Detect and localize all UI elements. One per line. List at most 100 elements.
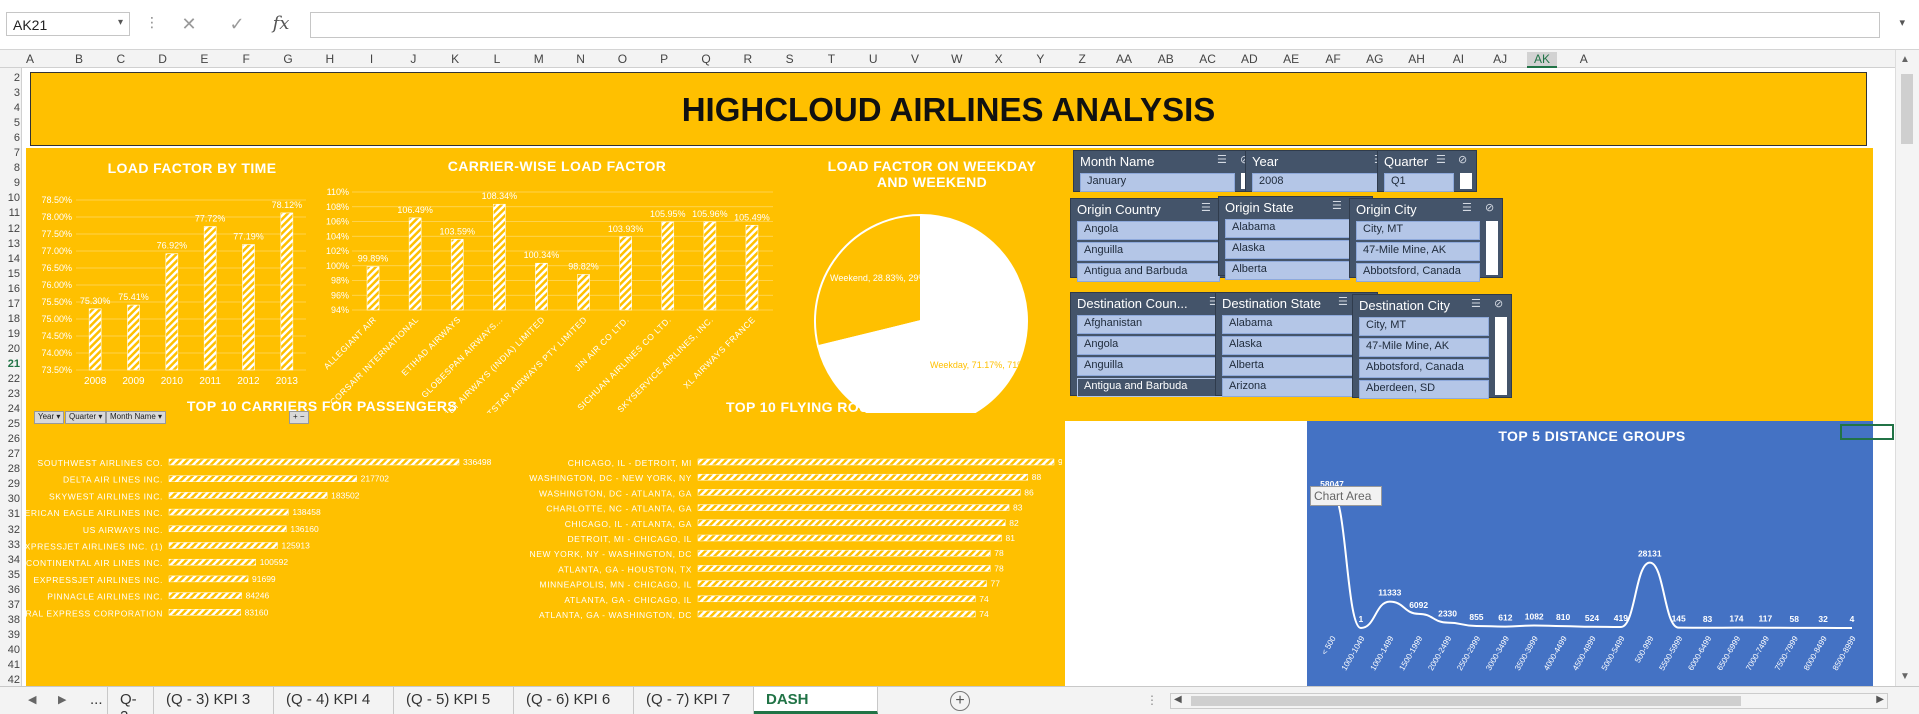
scroll-left-icon[interactable]: ◀ [1174, 694, 1182, 705]
column-header[interactable]: Q [691, 52, 721, 66]
row-header[interactable]: 11 [0, 207, 20, 219]
row-header[interactable]: 34 [0, 554, 20, 566]
column-header[interactable]: M [524, 52, 554, 66]
slicer-item[interactable]: Alabama [1225, 219, 1350, 238]
multi-select-icon[interactable]: ☰ [1462, 201, 1472, 214]
weekday-weekend-pie-chart[interactable]: Weekend, 28.83%, 29% Weekday, 71.17%, 71% [812, 213, 1052, 413]
name-box[interactable]: AK21 ▾ [6, 12, 130, 36]
column-header[interactable]: AH [1402, 52, 1432, 66]
top-carriers-chart[interactable]: SOUTHWEST AIRLINES CO. 336498 DELTA AIR LI… [26, 418, 526, 686]
sheet-tab[interactable]: (Q - 5) KPI 5 [394, 687, 514, 714]
next-sheet-icon[interactable]: ▶ [58, 693, 66, 706]
multi-select-icon[interactable]: ☰ [1338, 295, 1348, 308]
row-header[interactable]: 9 [0, 177, 20, 189]
multi-select-icon[interactable]: ☰ [1332, 199, 1342, 212]
slicer-item[interactable]: City, MT [1359, 317, 1489, 336]
row-header[interactable]: 36 [0, 584, 20, 596]
column-header[interactable]: Y [1025, 52, 1055, 66]
column-header[interactable]: AF [1318, 52, 1348, 66]
row-header[interactable]: 33 [0, 539, 20, 551]
expand-formula-icon[interactable]: ▾ [1899, 16, 1905, 29]
scroll-right-icon[interactable]: ▶ [1876, 694, 1884, 705]
slicer-item[interactable]: City, MT [1356, 221, 1480, 240]
slicer-item[interactable]: Arizona [1222, 378, 1355, 397]
column-header[interactable]: N [566, 52, 596, 66]
row-header[interactable]: 5 [0, 117, 20, 129]
column-header[interactable]: T [816, 52, 846, 66]
column-header[interactable]: AE [1276, 52, 1306, 66]
column-header[interactable]: X [984, 52, 1014, 66]
row-header[interactable]: 37 [0, 599, 20, 611]
clear-filter-icon[interactable]: ⊘ [1494, 297, 1503, 310]
row-header[interactable]: 10 [0, 192, 20, 204]
slicer-scrollbar[interactable] [1486, 221, 1498, 275]
column-header[interactable]: AA [1109, 52, 1139, 66]
sheet-tab[interactable]: DASH BOARD [754, 687, 878, 714]
row-header[interactable]: 25 [0, 418, 20, 430]
row-header[interactable]: 30 [0, 493, 20, 505]
column-header[interactable]: D [148, 52, 178, 66]
chevron-down-icon[interactable]: ▾ [118, 17, 123, 28]
clear-filter-icon[interactable]: ⊘ [1458, 153, 1467, 166]
row-header[interactable]: 39 [0, 629, 20, 641]
column-header[interactable]: W [942, 52, 972, 66]
row-header[interactable]: 17 [0, 298, 20, 310]
top-routes-chart[interactable]: CHICAGO, IL - DETROIT, MI 95 WASHINGTON, D… [522, 418, 1062, 686]
slicer-scrollbar[interactable] [1495, 317, 1507, 395]
column-header[interactable]: AJ [1485, 52, 1515, 66]
row-header[interactable]: 15 [0, 268, 20, 280]
slicer-item[interactable]: Aberdeen, SD [1359, 380, 1489, 399]
column-header[interactable]: I [357, 52, 387, 66]
slicer-item[interactable]: Antigua and Barbuda [1077, 263, 1220, 282]
more-vertical-icon[interactable]: ⋮ [145, 14, 159, 31]
column-header[interactable]: AI [1443, 52, 1473, 66]
row-header[interactable]: 7 [0, 147, 20, 159]
row-header[interactable]: 14 [0, 253, 20, 265]
column-header[interactable]: AG [1360, 52, 1390, 66]
distance-groups-chart[interactable]: 58047< 50011000-1049113331000-1499609215… [1307, 448, 1873, 686]
multi-select-icon[interactable]: ☰ [1471, 297, 1481, 310]
row-header[interactable]: 31 [0, 508, 20, 520]
column-header[interactable]: S [775, 52, 805, 66]
row-header[interactable]: 32 [0, 524, 20, 536]
row-header[interactable]: 6 [0, 132, 20, 144]
slicer-item[interactable]: Abbotsford, Canada [1356, 263, 1480, 282]
column-header[interactable]: G [273, 52, 303, 66]
column-header[interactable]: K [440, 52, 470, 66]
scroll-thumb[interactable] [1901, 74, 1913, 144]
scroll-thumb[interactable] [1191, 696, 1741, 706]
slicer-item[interactable]: Alabama [1222, 315, 1355, 334]
row-header[interactable]: 24 [0, 403, 20, 415]
column-header[interactable]: AD [1234, 52, 1264, 66]
column-header[interactable]: A [15, 52, 45, 66]
row-header[interactable]: 28 [0, 463, 20, 475]
add-sheet-icon[interactable]: + [950, 691, 970, 711]
column-header[interactable]: C [106, 52, 136, 66]
slicer-item[interactable]: Abbotsford, Canada [1359, 359, 1489, 378]
slicer-item[interactable]: Anguilla [1077, 242, 1220, 261]
sheet-tab[interactable]: (Q - 4) KPI 4 [274, 687, 394, 714]
column-header[interactable]: V [900, 52, 930, 66]
slicer-item[interactable]: Alberta [1225, 261, 1350, 280]
row-header[interactable]: 19 [0, 328, 20, 340]
row-header[interactable]: 29 [0, 478, 20, 490]
prev-sheet-icon[interactable]: ◀ [28, 693, 36, 706]
row-header[interactable]: 21 [0, 358, 20, 370]
row-header[interactable]: 12 [0, 223, 20, 235]
column-header[interactable]: F [231, 52, 261, 66]
column-header[interactable]: E [189, 52, 219, 66]
slicer-item[interactable]: 47-Mile Mine, AK [1356, 242, 1480, 261]
scroll-down-icon[interactable]: ▼ [1900, 671, 1910, 682]
slicer-quarter[interactable]: Quarter ☰ ⊘ Q1 [1377, 150, 1477, 192]
column-header[interactable]: U [858, 52, 888, 66]
slicer-item[interactable]: Afghanistan [1077, 315, 1228, 334]
multi-select-icon[interactable]: ☰ [1201, 201, 1211, 214]
column-header[interactable]: A [1569, 52, 1599, 66]
column-header[interactable]: AK [1527, 52, 1557, 68]
slicer-destination-city[interactable]: Destination City ☰ ⊘ City, MT 47-Mile Mine, … [1352, 294, 1512, 399]
pivot-field-year[interactable]: Year ▾ [34, 411, 65, 424]
more-vertical-icon[interactable]: ⋮ [1146, 693, 1158, 707]
row-header[interactable]: 23 [0, 388, 20, 400]
slicer-item[interactable]: Alaska [1225, 240, 1350, 259]
carrier-load-factor-chart[interactable]: 94%96%98%100%102%104%106%108%110%99.89%A… [318, 178, 778, 413]
